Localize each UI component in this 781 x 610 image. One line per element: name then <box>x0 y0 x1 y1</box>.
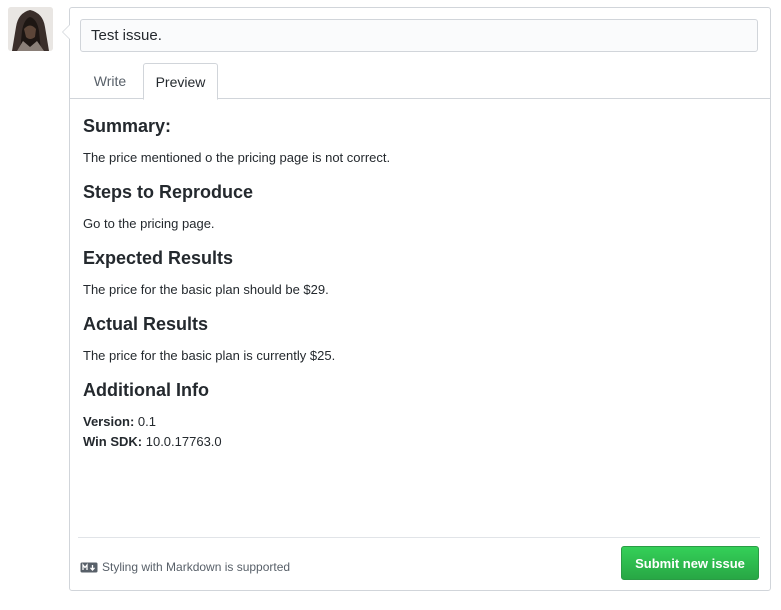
footer-divider <box>78 537 760 538</box>
sdk-value: 10.0.17763.0 <box>145 434 222 449</box>
markdown-icon <box>80 562 98 573</box>
markdown-note-text: Styling with Markdown is supported <box>102 560 291 574</box>
markdown-help-link[interactable]: Styling with Markdown is supported <box>80 559 290 575</box>
editor-tabs: Write Preview <box>70 63 770 100</box>
additional-section: Additional Info Version: 0.1 Win SDK: 10… <box>83 376 753 452</box>
steps-section: Steps to Reproduce Go to the pricing pag… <box>83 178 753 234</box>
new-issue-form: Write Preview Summary: The price mention… <box>62 7 771 591</box>
actual-section: Actual Results The price for the basic p… <box>83 310 753 366</box>
actual-heading: Actual Results <box>83 314 209 334</box>
summary-heading: Summary: <box>83 116 172 136</box>
sdk-line: Win SDK: 10.0.17763.0 <box>83 432 753 452</box>
sdk-label: Win SDK: <box>83 434 143 449</box>
summary-section: Summary: The price mentioned o the prici… <box>83 112 753 168</box>
submit-issue-button[interactable]: Submit new issue <box>621 546 759 580</box>
avatar[interactable] <box>8 7 53 51</box>
additional-heading: Additional Info <box>83 380 209 400</box>
version-value: 0.1 <box>137 414 156 429</box>
steps-text: Go to the pricing page. <box>83 216 215 231</box>
tab-write[interactable]: Write <box>81 63 139 100</box>
actual-text: The price for the basic plan is currentl… <box>83 348 336 363</box>
summary-text: The price mentioned o the pricing page i… <box>83 150 391 165</box>
steps-heading: Steps to Reproduce <box>83 182 254 202</box>
tab-preview[interactable]: Preview <box>143 63 218 100</box>
version-line: Version: 0.1 <box>83 412 753 432</box>
markdown-preview: Summary: The price mentioned o the prici… <box>83 112 753 462</box>
expected-section: Expected Results The price for the basic… <box>83 244 753 300</box>
version-label: Version: <box>83 414 135 429</box>
expected-text: The price for the basic plan should be $… <box>83 282 329 297</box>
issue-title-input[interactable] <box>80 19 758 52</box>
expected-heading: Expected Results <box>83 248 234 268</box>
